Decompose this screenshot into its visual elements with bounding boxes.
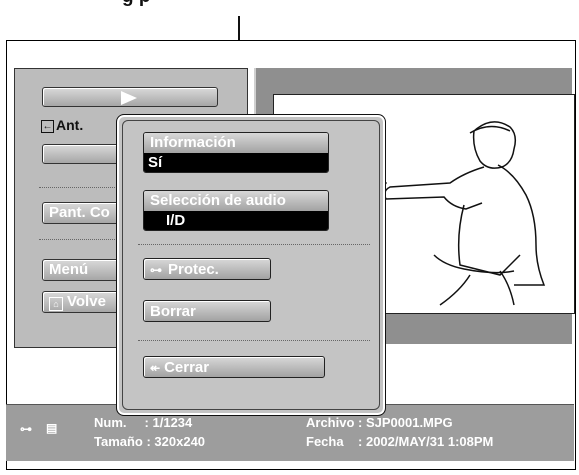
protect-button[interactable]: ⊶ Protec. [143, 258, 271, 280]
info-value: Sí [144, 153, 328, 172]
status-size: Tamaño : 320x240 [94, 434, 206, 449]
status-num: Num. : 1/1234 [94, 415, 193, 430]
home-icon: ⌂ [49, 297, 63, 311]
protect-label: Protec. [168, 261, 219, 278]
divider [138, 340, 370, 341]
stop-icon[interactable]: ■ [499, 344, 511, 359]
divider [138, 244, 370, 245]
play-button[interactable] [42, 87, 218, 107]
audio-setting[interactable]: Selección de audio I/D [143, 190, 329, 231]
fast-forward-icon[interactable]: » [522, 344, 533, 359]
status-file: Archivo : SJP0001.MPG [306, 415, 453, 430]
audio-value: I/D [144, 211, 328, 230]
key-icon: ⊶ [20, 422, 32, 436]
memory-card-icon: ▤ [46, 421, 58, 435]
previous-label: Ant. [56, 117, 84, 133]
play-icon [121, 91, 137, 105]
play-icon[interactable]: ▶ [455, 344, 469, 359]
close-label: Cerrar [164, 359, 210, 376]
key-icon: ⊶ [150, 263, 162, 277]
close-button[interactable]: ↞ Cerrar [143, 356, 325, 378]
info-setting[interactable]: Información Sí [143, 132, 329, 173]
info-label: Información [144, 133, 328, 153]
back-arrow-icon: ↞ [150, 361, 161, 375]
delete-button[interactable]: Borrar [143, 300, 271, 322]
status-date: Fecha : 2002/MAY/31 1:08PM [306, 434, 494, 449]
rewind-icon[interactable]: « [511, 344, 522, 359]
arrow-left-icon: ← [41, 120, 54, 133]
audio-label: Selección de audio [144, 191, 328, 211]
previous-button[interactable]: ← Ant. [41, 117, 83, 133]
volver-label: Volve [67, 293, 106, 310]
callout-label: g p [122, 0, 362, 8]
playback-controls: ▶❚❚■«» [455, 344, 570, 362]
pause-icon[interactable]: ❚❚ [469, 344, 499, 359]
